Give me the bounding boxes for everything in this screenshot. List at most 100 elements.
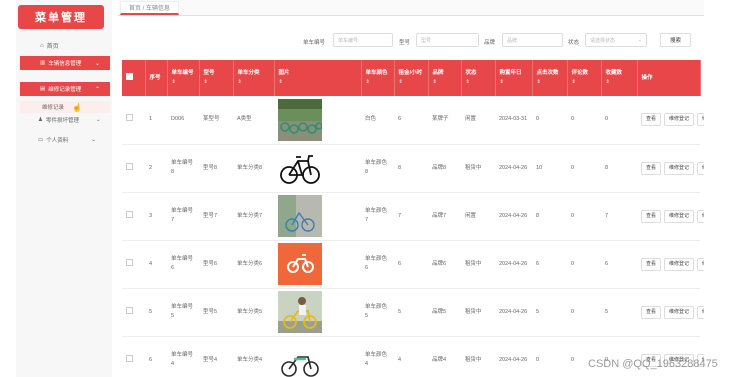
cell-actions: 查看维修登记修 (637, 240, 713, 289)
app-logo: 菜单管理 (18, 5, 104, 29)
home-icon: ⌂ (40, 42, 44, 49)
cell-brand: 品牌4 (428, 336, 461, 377)
row-checkbox[interactable] (126, 306, 133, 314)
column-header-color[interactable]: 单车颜色 ⇕ (361, 60, 395, 96)
row-checkbox[interactable] (126, 114, 133, 122)
bicycle-photo[interactable] (278, 291, 357, 333)
select-all-checkbox[interactable] (126, 72, 133, 80)
column-header-image[interactable]: 图片 ⇕ (274, 60, 362, 96)
search-input-model[interactable]: 型号 (416, 33, 479, 47)
search-input-brand[interactable]: 品牌 (502, 33, 563, 47)
column-header-category[interactable]: 单车分类 ⇕ (233, 60, 275, 96)
tab-bar (118, 0, 704, 16)
cell-category: 单车分类4 (233, 336, 274, 377)
cell-no: 5 (145, 288, 167, 337)
column-header-comments[interactable]: 评论数 ⇕ (567, 60, 602, 96)
table-row[interactable]: 2 单车编号8 型号8 单车分类8 单车颜色8 8 品牌8 租赁中 2024-04-26 10 0 8… (122, 144, 713, 193)
repair-register-button[interactable]: 维修登记 (664, 305, 695, 319)
view-button[interactable]: 查看 (641, 209, 662, 223)
row-checkbox[interactable] (126, 162, 133, 170)
repair-register-button[interactable]: 维修登记 (664, 113, 695, 127)
cell-code: 单车编号4 (167, 336, 199, 377)
cell-actions: 查看维修登记修 (637, 144, 713, 193)
view-button[interactable]: 查看 (641, 113, 662, 127)
repair-register-button[interactable]: 维修登记 (664, 209, 695, 223)
cell-status: 租赁中 (461, 144, 495, 193)
cell-brand: 品牌6 (428, 240, 461, 289)
table-row[interactable]: 6 单车编号4 型号4 单车分类4 单车颜色4 4 品牌4 租赁中 2024-04-26 0 0 0 查… (122, 336, 713, 377)
column-header-favorites[interactable]: 收藏数 ⇕ (601, 60, 638, 96)
view-button[interactable]: 查看 (641, 257, 662, 271)
sidebar-item-repair-records[interactable]: ▤ 维修记录管理 ⌃ (20, 82, 110, 96)
bicycle-photo[interactable] (278, 339, 357, 377)
view-button[interactable]: 查看 (641, 161, 662, 175)
cell-no: 3 (145, 192, 167, 241)
sidebar-home-label: 首页 (46, 44, 59, 50)
sidebar-item-home[interactable]: ⌂ 首页 (40, 41, 59, 51)
cell-image[interactable] (274, 336, 361, 377)
cell-date: 2024-03-31 (495, 96, 532, 145)
repair-register-button[interactable]: 维修登记 (664, 257, 695, 271)
cell-brand: 品牌7 (428, 192, 461, 241)
table-row[interactable]: 5 单车编号5 型号5 单车分类5 单车颜色5 5 品牌5 租赁中 2024-04-26 5 0 5 查… (122, 288, 713, 337)
sidebar-item-profile[interactable]: ▭ 个人资料 ⌄ (38, 136, 96, 144)
bicycle-photo[interactable] (278, 195, 357, 237)
bicycle-photo[interactable] (278, 147, 357, 189)
search-button[interactable]: 搜索 (660, 33, 691, 47)
column-header-no[interactable]: 序号 (145, 60, 168, 96)
column-header-model[interactable]: 型号 ⇕ (199, 60, 234, 96)
cell-model: 型号8 (199, 144, 233, 193)
sidebar-item-vehicle-info[interactable]: ▥ 车辆信息管理 ⌄ (20, 56, 110, 70)
id-card-icon: ▭ (38, 137, 44, 143)
cell-status: 闲置 (461, 192, 495, 241)
column-header-clicks[interactable]: 点击次数 ⇕ (532, 60, 568, 96)
row-checkbox[interactable] (126, 258, 133, 266)
table-header-row: 序号 单车编号 ⇕ 型号 ⇕ 单车分类 ⇕ 图片 ⇕ 单车颜色 ⇕ 租金/小时 ⇕ 品牌 ⇕ … (122, 60, 701, 96)
view-button[interactable]: 查看 (641, 305, 662, 319)
repair-register-button[interactable]: 维修登记 (664, 161, 695, 175)
cell-clicks: 6 (532, 240, 567, 289)
table-row[interactable]: 1D006某型号A类型白色6某牌子闲置2024-03-31000查看维修登记修 (122, 96, 713, 145)
cell-comments: 0 (567, 288, 601, 337)
sort-icon: ⇕ (365, 79, 370, 85)
cell-category: 单车分类6 (233, 240, 274, 289)
column-header-status[interactable]: 状态 ⇕ (461, 60, 496, 96)
bicycle-photo[interactable] (278, 243, 357, 285)
row-checkbox[interactable] (126, 210, 133, 218)
bicycle-photo[interactable] (278, 98, 357, 141)
row-select-cell (122, 96, 145, 145)
chevron-down-icon: ⌄ (95, 117, 101, 123)
cell-category: 单车分类7 (233, 192, 274, 241)
cell-image[interactable] (274, 144, 361, 193)
sidebar-subitem-repair-record[interactable]: 维修记录 ☝ (20, 101, 110, 113)
cell-comments: 0 (567, 240, 601, 289)
cell-image[interactable] (274, 96, 361, 145)
cell-image[interactable] (274, 288, 361, 337)
sidebar-subitem-label: 维修记录 (42, 105, 65, 111)
cell-actions: 查看维修登记修 (637, 96, 713, 145)
cell-image[interactable] (274, 240, 361, 289)
status-select[interactable]: 请选择状态 ⌄ (585, 33, 647, 47)
table-row[interactable]: 4 单车编号6 型号6 单车分类6 单车颜色6 6 品牌6 租赁中 2024-04-26 6 0 6 查… (122, 240, 713, 289)
cell-category: A类型 (233, 96, 274, 145)
table-row[interactable]: 3 单车编号7 型号7 单车分类7 单车颜色7 7 品牌7 闲置 2024-04-26 8 0 7 查看… (122, 192, 713, 241)
cell-brand: 品牌5 (428, 288, 461, 337)
sidebar-item-parts-damage[interactable]: ♟ 零件损坏管理 ⌄ (38, 116, 101, 124)
app-root: 菜单管理 ⌂ 首页 ▥ 车辆信息管理 ⌄ ▤ 维修记录管理 ⌃ 维修记录 ☝ ♟… (0, 0, 749, 377)
row-checkbox[interactable] (126, 354, 133, 362)
cell-model: 型号4 (199, 336, 233, 377)
column-header-brand[interactable]: 品牌 ⇕ (428, 60, 462, 96)
column-header-date[interactable]: 购置年日 ⇕ (495, 60, 533, 96)
cell-image[interactable] (274, 192, 361, 241)
cell-rent: 7 (394, 192, 428, 241)
cell-favorites: 7 (601, 192, 637, 241)
search-input-code[interactable]: 单车编号 (333, 33, 393, 47)
sidebar-item-label: 车辆信息管理 (48, 61, 82, 67)
column-header-actions: 操作 (637, 60, 701, 96)
column-header-rent[interactable]: 租金/小时 ⇕ (394, 60, 429, 96)
cell-rent: 4 (394, 336, 428, 377)
sort-icon: ⇕ (432, 79, 437, 85)
breadcrumb[interactable]: 首页 / 车辆信息 (120, 1, 180, 15)
column-header-code[interactable]: 单车编号 ⇕ (167, 60, 200, 96)
cell-rent: 6 (394, 240, 428, 289)
